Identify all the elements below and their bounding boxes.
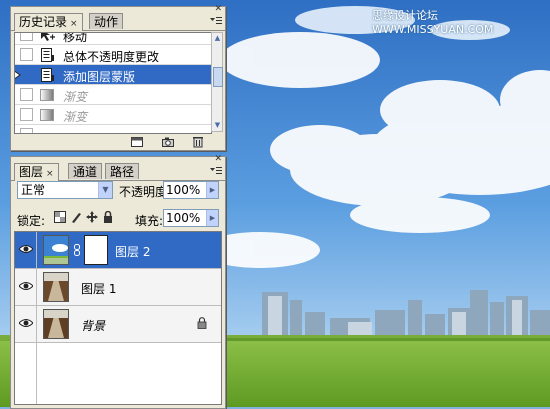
tab-actions[interactable]: 动作	[89, 13, 124, 29]
history-item-label: 移动	[63, 32, 88, 44]
history-item-opacity-change[interactable]: 总体不透明度更改	[15, 45, 211, 65]
tab-label: 路径	[110, 165, 135, 179]
history-item-label: 添加图层蒙版	[63, 70, 136, 84]
layers-panel: ✕ 图层 × 通道 路径 正常 ▼ 不透明度: 100% ▶ 锁定: 填充: 1…	[10, 155, 226, 409]
snapshot-source-checkbox[interactable]	[20, 108, 33, 121]
history-panel: ✕ 历史记录 × 动作 移动 总体不透明度更改 添加图层蒙版 渐变 渐变 ▲ ▼	[10, 5, 226, 151]
history-item-gradient[interactable]: 渐变	[15, 85, 211, 105]
close-tab-icon[interactable]: ×	[70, 19, 78, 29]
history-item-move[interactable]: 移动	[15, 32, 211, 45]
layer-thumbnail[interactable]	[43, 309, 69, 339]
sky-thumbnail-icon	[44, 236, 68, 264]
opacity-value: 100%	[166, 183, 201, 197]
tab-label: 动作	[94, 15, 119, 29]
history-state-slider-icon[interactable]	[14, 70, 21, 80]
tab-channels[interactable]: 通道	[68, 163, 103, 179]
visibility-toggle[interactable]	[15, 232, 37, 268]
layer-thumbnail[interactable]	[43, 235, 69, 265]
history-list: 移动 总体不透明度更改 添加图层蒙版 渐变 渐变	[14, 32, 212, 134]
document-step-icon	[41, 68, 54, 82]
layer-row-layer-2[interactable]: 图层 2	[15, 232, 221, 269]
lock-transparent-pixels-icon[interactable]	[54, 211, 66, 223]
layer-name[interactable]: 背景	[81, 317, 105, 334]
blend-mode-select[interactable]: 正常 ▼	[17, 181, 113, 199]
trash-icon[interactable]	[191, 136, 205, 148]
history-item-partial[interactable]	[15, 125, 211, 133]
history-item-label: 渐变	[63, 90, 88, 104]
history-item-gradient[interactable]: 渐变	[15, 105, 211, 125]
eye-icon[interactable]	[19, 244, 33, 254]
link-mask-icon[interactable]	[72, 244, 82, 256]
history-panel-tabs: 历史记录 × 动作	[11, 13, 225, 31]
snapshot-source-checkbox[interactable]	[20, 48, 33, 61]
scroll-up-arrow-icon[interactable]: ▲	[213, 34, 222, 43]
snapshot-source-checkbox[interactable]	[20, 88, 33, 101]
lock-image-pixels-icon[interactable]	[70, 211, 82, 223]
layers-list: 图层 2 图层 1 背景	[14, 231, 222, 405]
watermark-text: 思缘设计论坛 WWW.MISSYUAN.COM	[372, 9, 494, 36]
lock-all-icon[interactable]	[102, 211, 114, 223]
layers-panel-tabs: 图层 × 通道 路径	[11, 163, 225, 181]
fill-input[interactable]: 100% ▶	[163, 209, 219, 227]
tab-history[interactable]: 历史记录 ×	[14, 13, 83, 31]
history-item-label: 总体不透明度更改	[63, 50, 160, 64]
panel-menu-icon[interactable]	[210, 16, 222, 26]
layer-name[interactable]: 图层 2	[115, 243, 150, 260]
fill-value: 100%	[166, 211, 201, 225]
fill-slider-arrow-icon[interactable]: ▶	[206, 210, 218, 226]
lock-label: 锁定:	[17, 214, 46, 228]
lock-position-icon[interactable]	[86, 211, 98, 223]
layer-row-layer-1[interactable]: 图层 1	[15, 269, 221, 306]
layer-mask-thumbnail[interactable]	[84, 235, 108, 265]
document-step-icon	[41, 48, 54, 62]
snapshot-source-checkbox[interactable]	[20, 68, 33, 81]
tab-label: 图层	[19, 165, 44, 179]
scroll-down-arrow-icon[interactable]: ▼	[213, 121, 222, 130]
snapshot-source-checkbox[interactable]	[20, 33, 33, 41]
move-step-icon	[41, 33, 55, 41]
new-snapshot-icon[interactable]	[161, 136, 175, 148]
blend-mode-value: 正常	[21, 183, 46, 197]
history-item-add-layer-mask[interactable]: 添加图层蒙版	[15, 65, 211, 85]
fill-label: 填充:	[135, 214, 164, 228]
lock-icon	[197, 317, 207, 329]
layer-name[interactable]: 图层 1	[81, 280, 116, 297]
empty-visibility-column	[15, 343, 37, 404]
gradient-step-icon	[40, 89, 54, 101]
eye-icon[interactable]	[19, 318, 33, 328]
visibility-toggle[interactable]	[15, 306, 37, 342]
scroll-thumb[interactable]	[213, 67, 223, 87]
eye-icon[interactable]	[19, 281, 33, 291]
close-tab-icon[interactable]: ×	[46, 169, 54, 179]
opacity-input[interactable]: 100% ▶	[163, 181, 219, 199]
history-footer	[11, 134, 225, 150]
tab-paths[interactable]: 路径	[105, 163, 140, 179]
visibility-toggle[interactable]	[15, 269, 37, 305]
history-item-label: 渐变	[63, 110, 88, 124]
tab-label: 历史记录	[19, 15, 68, 29]
history-scrollbar[interactable]: ▲ ▼	[211, 32, 223, 132]
panel-menu-icon[interactable]	[210, 166, 222, 176]
new-document-from-state-icon[interactable]	[130, 136, 144, 148]
layer-thumbnail[interactable]	[43, 272, 69, 302]
tab-label: 通道	[73, 165, 98, 179]
opacity-slider-arrow-icon[interactable]: ▶	[206, 182, 218, 198]
road-thumbnail-icon	[44, 310, 68, 338]
gradient-step-icon	[40, 109, 54, 121]
tab-layers[interactable]: 图层 ×	[14, 163, 59, 181]
road-thumbnail-icon	[44, 273, 68, 301]
layer-row-background[interactable]: 背景	[15, 306, 221, 343]
chevron-down-icon[interactable]: ▼	[98, 182, 112, 198]
